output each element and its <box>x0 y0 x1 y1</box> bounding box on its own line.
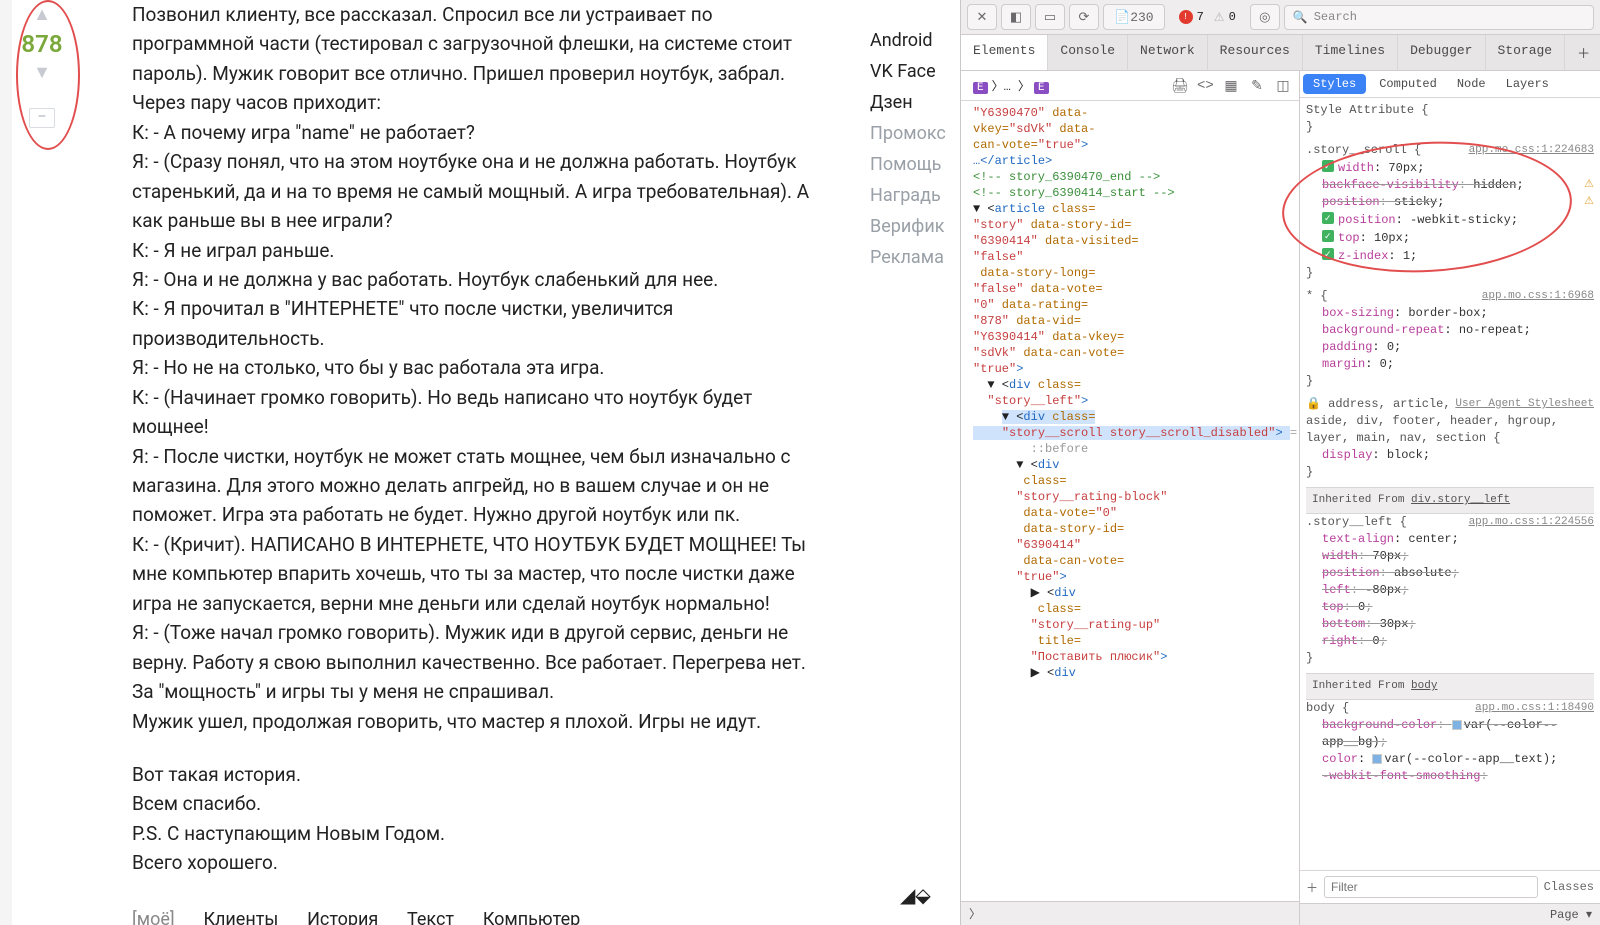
tag[interactable]: [моё] <box>132 906 175 925</box>
tag[interactable]: Текст <box>407 906 454 925</box>
tag[interactable]: Клиенты <box>203 906 278 925</box>
styles-tabs: Styles Computed Node Layers <box>1300 71 1600 98</box>
tab-add[interactable]: ＋ <box>1565 35 1600 70</box>
tab-layers[interactable]: Layers <box>1496 71 1559 97</box>
error-icon: ! <box>1179 10 1193 24</box>
devtools-tabs: Elements Console Network Resources Timel… <box>961 35 1600 71</box>
reload-icon[interactable]: ⟳ <box>1069 4 1099 30</box>
tag[interactable]: Компьютер <box>483 906 580 925</box>
sidebar-link[interactable]: Верифик <box>870 216 960 237</box>
add-rule-button[interactable]: ＋ <box>1306 879 1318 896</box>
tab-node[interactable]: Node <box>1447 71 1496 97</box>
code-icon[interactable]: <> <box>1197 78 1213 94</box>
warning-count[interactable]: ⚠0 <box>1214 10 1236 25</box>
devtools-panel: ✕ ◧ ▭ ⟳ 📄 230 !7 ⚠0 ◎ 🔍Search Elements C… <box>960 0 1600 925</box>
error-count[interactable]: !7 <box>1179 10 1204 24</box>
tab-storage[interactable]: Storage <box>1486 35 1566 70</box>
grid-icon[interactable]: ▦ <box>1223 78 1239 94</box>
dock-bottom-icon[interactable]: ▭ <box>1035 4 1065 30</box>
dom-tree[interactable]: "Y6390470" data- vkey="sdVk" data- can-v… <box>961 101 1299 901</box>
vote-column: ▲ 878 ▼ – <box>12 0 72 925</box>
warning-icon: ⚠ <box>1214 10 1225 25</box>
tab-styles[interactable]: Styles <box>1303 74 1366 94</box>
tab-resources[interactable]: Resources <box>1208 35 1303 70</box>
sidebar-link[interactable]: Android <box>870 30 960 51</box>
target-icon[interactable]: ◎ <box>1250 4 1280 30</box>
breadcrumb[interactable]: E〉… 〉E <box>969 77 1053 94</box>
filter-input[interactable] <box>1324 876 1538 898</box>
sidebar-link[interactable]: Наградь <box>870 185 960 206</box>
collapse-button[interactable]: – <box>29 108 55 128</box>
console-drawer-toggle[interactable]: 〉 <box>961 901 1299 925</box>
styles-panel: Styles Computed Node Layers Style Attrib… <box>1300 71 1600 925</box>
issue-counts: !7 ⚠0 <box>1169 10 1246 25</box>
page-label[interactable]: Page ▾ <box>1550 907 1592 922</box>
right-sidebar: Android VK Face Дзен Промокс Помощь Нагр… <box>870 0 960 925</box>
article-body: Позвонил клиенту, все рассказал. Спросил… <box>72 0 870 925</box>
page-gutter <box>0 0 12 925</box>
close-button[interactable]: ✕ <box>967 4 997 30</box>
tag-row: [моё] Клиенты История Текст Компьютер Ре… <box>132 904 810 925</box>
chevron-right-icon: 〉 <box>969 905 981 922</box>
styles-rules[interactable]: Style Attribute {} app.mo.css:1:224683 .… <box>1300 98 1600 870</box>
search-input[interactable]: 🔍Search <box>1284 5 1594 30</box>
sidebar-link[interactable]: VK Face <box>870 61 960 82</box>
tab-elements[interactable]: Elements <box>961 35 1048 70</box>
resource-count[interactable]: 📄 230 <box>1103 4 1165 30</box>
upvote-arrow[interactable]: ▲ <box>33 6 51 24</box>
sidebar-link[interactable]: Помощь <box>870 154 960 175</box>
tab-computed[interactable]: Computed <box>1369 71 1447 97</box>
crumb-icon: E <box>973 82 988 94</box>
search-icon: 🔍 <box>1293 10 1308 25</box>
panel-toggle-icon[interactable]: ◫ <box>1275 78 1291 94</box>
classes-toggle[interactable]: Classes <box>1544 880 1594 894</box>
tab-console[interactable]: Console <box>1048 35 1128 70</box>
print-icon[interactable]: 🖨 <box>1171 78 1187 94</box>
brush-icon[interactable]: ✎ <box>1249 78 1265 94</box>
tab-network[interactable]: Network <box>1128 35 1208 70</box>
crumb-icon: E <box>1034 82 1049 94</box>
tab-timelines[interactable]: Timelines <box>1303 35 1398 70</box>
tag[interactable]: История <box>307 906 378 925</box>
downvote-arrow[interactable]: ▼ <box>33 64 51 82</box>
tab-debugger[interactable]: Debugger <box>1398 35 1485 70</box>
devtools-toolbar: ✕ ◧ ▭ ⟳ 📄 230 !7 ⚠0 ◎ 🔍Search <box>961 0 1600 35</box>
paint-bucket-icon[interactable]: ◢⬙ <box>900 883 931 907</box>
sidebar-link[interactable]: Дзен <box>870 92 960 113</box>
sidebar-link[interactable]: Промокс <box>870 123 960 144</box>
vote-count: 878 <box>21 24 62 64</box>
dock-left-icon[interactable]: ◧ <box>1001 4 1031 30</box>
sidebar-link[interactable]: Реклама <box>870 247 960 268</box>
